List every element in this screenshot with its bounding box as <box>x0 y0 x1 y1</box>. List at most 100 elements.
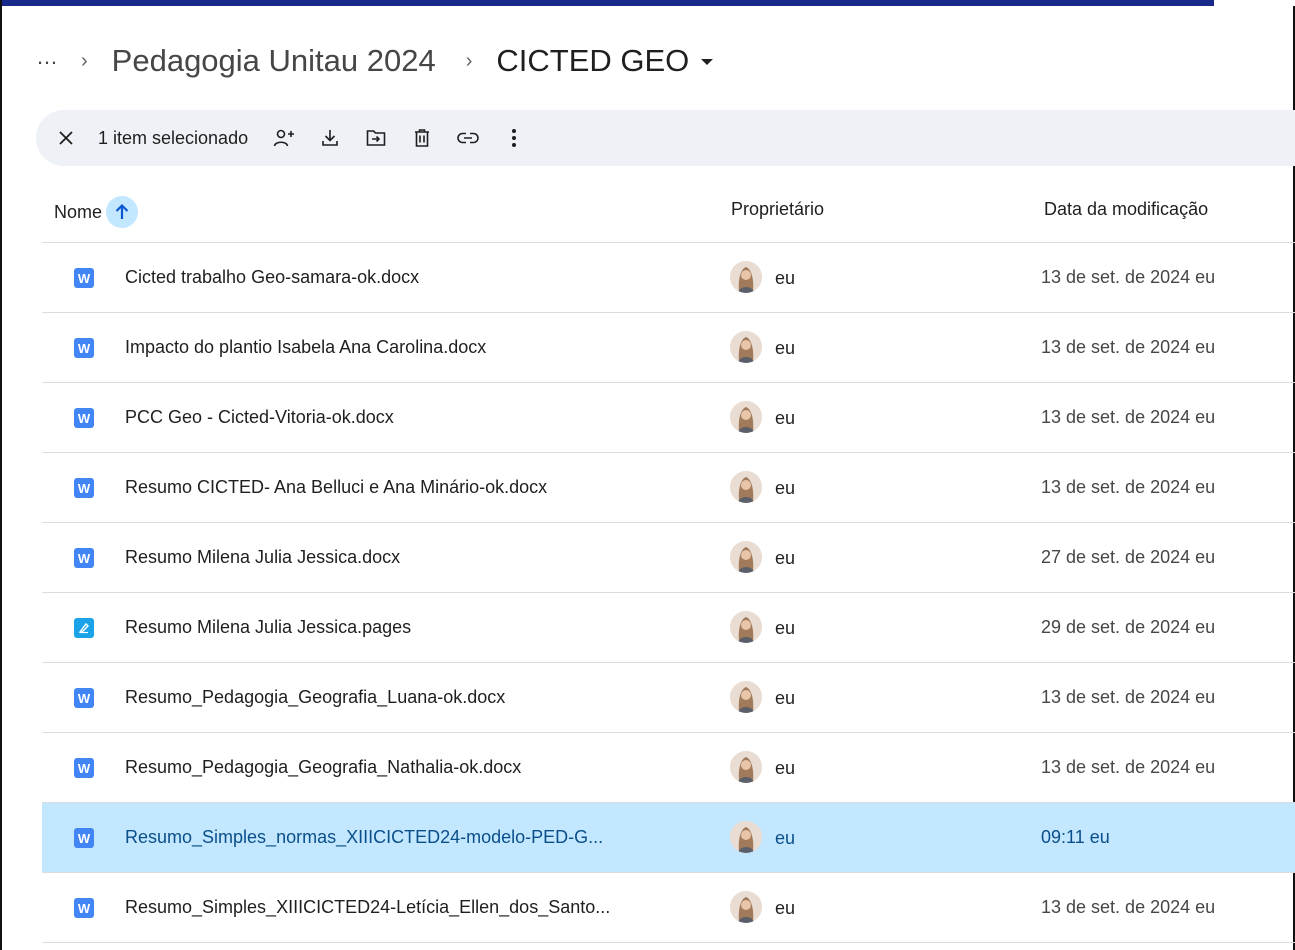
owner-name: eu <box>775 478 796 498</box>
file-name: Resumo Milena Julia Jessica.docx <box>125 547 401 567</box>
owner-avatar <box>730 331 762 363</box>
column-header-modified[interactable]: Data da modificação <box>1044 199 1208 220</box>
file-name: Resumo CICTED- Ana Belluci e Ana Minário… <box>125 477 548 497</box>
file-row[interactable]: Resumo Milena Julia Jessica.pages eu 29 de… <box>42 593 1295 663</box>
modified-date: 13 de set. de 2024 eu <box>1041 897 1216 917</box>
modified-date: 13 de set. de 2024 eu <box>1041 407 1216 427</box>
word-file-icon: W <box>74 548 94 568</box>
file-name: Cicted trabalho Geo-samara-ok.docx <box>125 267 420 287</box>
file-type-letter: W <box>77 690 91 706</box>
file-row[interactable]: W Resumo Milena Julia Jessica.docx eu 27 de… <box>42 523 1295 593</box>
move-to-folder-icon <box>366 130 386 146</box>
owner-name: eu <box>775 338 796 358</box>
pages-file-icon <box>74 618 94 638</box>
owner-avatar <box>730 751 762 783</box>
trash-icon <box>415 129 430 147</box>
modified-date: 13 de set. de 2024 eu <box>1041 477 1216 497</box>
file-name: Resumo Milena Julia Jessica.pages <box>125 617 412 637</box>
arrow-up-icon <box>115 203 129 219</box>
file-type-letter: W <box>77 410 91 426</box>
pages-glyph-icon <box>78 622 89 634</box>
file-row[interactable]: W Resumo_Simples_XIIICICTED24-Letícia_Ell… <box>42 873 1295 943</box>
modified-date: 13 de set. de 2024 eu <box>1041 337 1216 357</box>
word-file-icon: W <box>74 828 94 848</box>
file-row[interactable]: W Resumo CICTED- Ana Belluci e Ana Minári… <box>42 453 1295 523</box>
download-icon <box>322 130 338 146</box>
column-name-label: Nome <box>54 201 103 222</box>
breadcrumb: … › Pedagogia Unitau 2024 › CICTED GEO <box>36 38 714 84</box>
file-name: Resumo_Simples_normas_XIIICICTED24-model… <box>125 827 604 847</box>
owner-avatar <box>730 471 762 503</box>
owner-avatar <box>730 541 762 573</box>
file-name: Resumo_Pedagogia_Geografia_Nathalia-ok.d… <box>125 757 522 777</box>
file-type-letter: W <box>77 270 91 286</box>
word-file-icon: W <box>74 898 94 918</box>
file-type-letter: W <box>77 760 91 776</box>
owner-avatar <box>730 891 762 923</box>
modified-date: 13 de set. de 2024 eu <box>1041 687 1216 707</box>
file-type-letter: W <box>77 480 91 496</box>
owner-avatar <box>730 261 762 293</box>
share-button[interactable] <box>262 116 306 160</box>
owner-name: eu <box>775 828 796 848</box>
breadcrumb-separator-icon: › <box>81 49 88 72</box>
move-button[interactable] <box>354 116 398 160</box>
link-icon <box>457 132 479 144</box>
file-row[interactable]: W Resumo_Simples_normas_XIIICICTED24-mode… <box>42 803 1295 873</box>
file-type-letter: W <box>77 550 91 566</box>
file-list: W Cicted trabalho Geo-samara-ok.docx eu 13 … <box>42 243 1295 943</box>
more-actions-button[interactable] <box>492 116 536 160</box>
owner-avatar <box>730 821 762 853</box>
file-type-letter: W <box>77 830 91 846</box>
breadcrumb-more-button[interactable]: … <box>36 46 59 68</box>
word-file-icon: W <box>74 268 94 288</box>
share-person-add-icon <box>273 129 295 147</box>
selection-count: 1 item selecionado <box>98 127 249 148</box>
column-header-name[interactable]: Nome <box>54 196 139 228</box>
owner-name: eu <box>775 548 796 568</box>
file-name: Impacto do plantio Isabela Ana Carolina.… <box>125 337 487 357</box>
current-folder-label: CICTED GEO <box>496 43 690 78</box>
owner-avatar <box>730 611 762 643</box>
download-button[interactable] <box>308 116 352 160</box>
chevron-down-icon <box>701 59 714 65</box>
owner-avatar <box>730 681 762 713</box>
owner-name: eu <box>775 898 796 918</box>
file-type-letter: W <box>77 340 91 356</box>
file-row[interactable]: W Impacto do plantio Isabela Ana Carolina… <box>42 313 1295 383</box>
modified-date: 29 de set. de 2024 eu <box>1041 617 1216 637</box>
modified-date: 13 de set. de 2024 eu <box>1041 757 1216 777</box>
file-row[interactable]: W PCC Geo - Cicted-Vitoria-ok.docx eu 13 de… <box>42 383 1295 453</box>
file-list-header: Nome Proprietário Data da modificação <box>42 184 1295 243</box>
file-type-letter: W <box>77 900 91 916</box>
owner-name: eu <box>775 268 796 288</box>
clear-selection-button[interactable] <box>44 116 88 160</box>
breadcrumb-separator-icon: › <box>465 49 473 72</box>
delete-button[interactable] <box>400 116 444 160</box>
more-vert-icon <box>512 129 517 147</box>
file-name: Resumo_Simples_XIIICICTED24-Letícia_Elle… <box>125 897 611 917</box>
modified-date: 09:11 eu <box>1041 827 1110 847</box>
owner-name: eu <box>775 758 796 778</box>
copy-link-button[interactable] <box>446 116 490 160</box>
breadcrumb-parent-folder[interactable]: Pedagogia Unitau 2024 <box>112 43 436 79</box>
modified-date: 13 de set. de 2024 eu <box>1041 267 1216 287</box>
word-file-icon: W <box>74 688 94 708</box>
modified-date: 27 de set. de 2024 eu <box>1041 547 1216 567</box>
sort-direction-button[interactable] <box>106 196 139 228</box>
owner-avatar <box>730 401 762 433</box>
owner-name: eu <box>775 408 796 428</box>
file-name: Resumo_Pedagogia_Geografia_Luana-ok.docx <box>125 687 506 707</box>
breadcrumb-current-folder[interactable]: CICTED GEO <box>496 43 714 79</box>
file-row[interactable]: W Resumo_Pedagogia_Geografia_Luana-ok.doc… <box>42 663 1295 733</box>
window-border-left <box>0 0 2 950</box>
word-file-icon: W <box>74 758 94 778</box>
owner-name: eu <box>775 688 796 708</box>
column-header-owner[interactable]: Proprietário <box>731 199 824 220</box>
owner-name: eu <box>775 618 796 638</box>
file-name: PCC Geo - Cicted-Vitoria-ok.docx <box>125 407 394 427</box>
word-file-icon: W <box>74 338 94 358</box>
selection-toolbar: 1 item selecionado <box>36 110 1295 166</box>
file-row[interactable]: W Cicted trabalho Geo-samara-ok.docx eu 13 … <box>42 243 1295 313</box>
file-row[interactable]: W Resumo_Pedagogia_Geografia_Nathalia-ok.… <box>42 733 1295 803</box>
